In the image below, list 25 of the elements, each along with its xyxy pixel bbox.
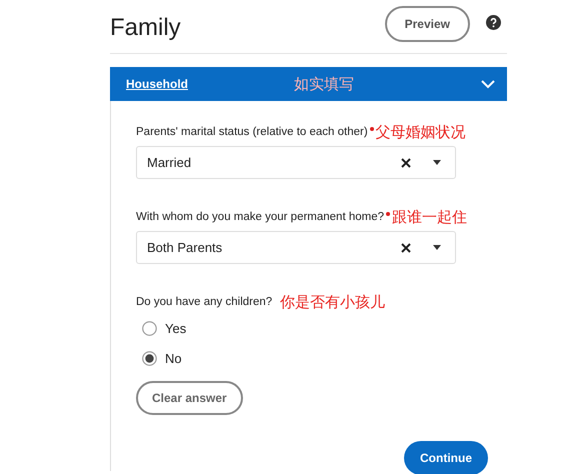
section-header[interactable]: Household 如实填写 bbox=[110, 67, 507, 101]
radio-button[interactable] bbox=[142, 350, 157, 366]
annotation-text: 跟谁一起住 bbox=[392, 208, 468, 226]
page-title: Family bbox=[110, 14, 182, 42]
chevron-icon[interactable] bbox=[481, 79, 495, 89]
section-title[interactable]: Household bbox=[126, 77, 188, 91]
question-label: Do you have any children? bbox=[136, 296, 272, 308]
clear-answer-button[interactable]: Clear answer bbox=[136, 381, 243, 415]
select-field[interactable]: Married bbox=[136, 146, 456, 179]
continue-button[interactable]: Continue bbox=[404, 441, 488, 474]
field-label: With whom do you make your permanent home? bbox=[136, 211, 384, 223]
radio-label[interactable]: No bbox=[165, 350, 182, 366]
annotation-text: 你是否有小孩儿 bbox=[280, 292, 386, 312]
field-label: Parents' marital status (relative to each other) bbox=[136, 126, 368, 138]
annotation-text: 如实填写 bbox=[294, 74, 355, 94]
annotation-text: 父母婚姻状况 bbox=[376, 122, 466, 142]
radio-label[interactable]: Yes bbox=[165, 320, 186, 336]
caret-icon[interactable] bbox=[433, 245, 441, 250]
caret-icon[interactable] bbox=[433, 160, 441, 165]
clear-icon[interactable] bbox=[401, 242, 411, 252]
radio-button[interactable] bbox=[142, 320, 157, 336]
select-field[interactable]: Both Parents bbox=[136, 231, 456, 264]
clear-icon[interactable] bbox=[401, 158, 411, 168]
preview-button[interactable]: Preview bbox=[384, 6, 470, 42]
help-icon[interactable] bbox=[486, 15, 501, 30]
